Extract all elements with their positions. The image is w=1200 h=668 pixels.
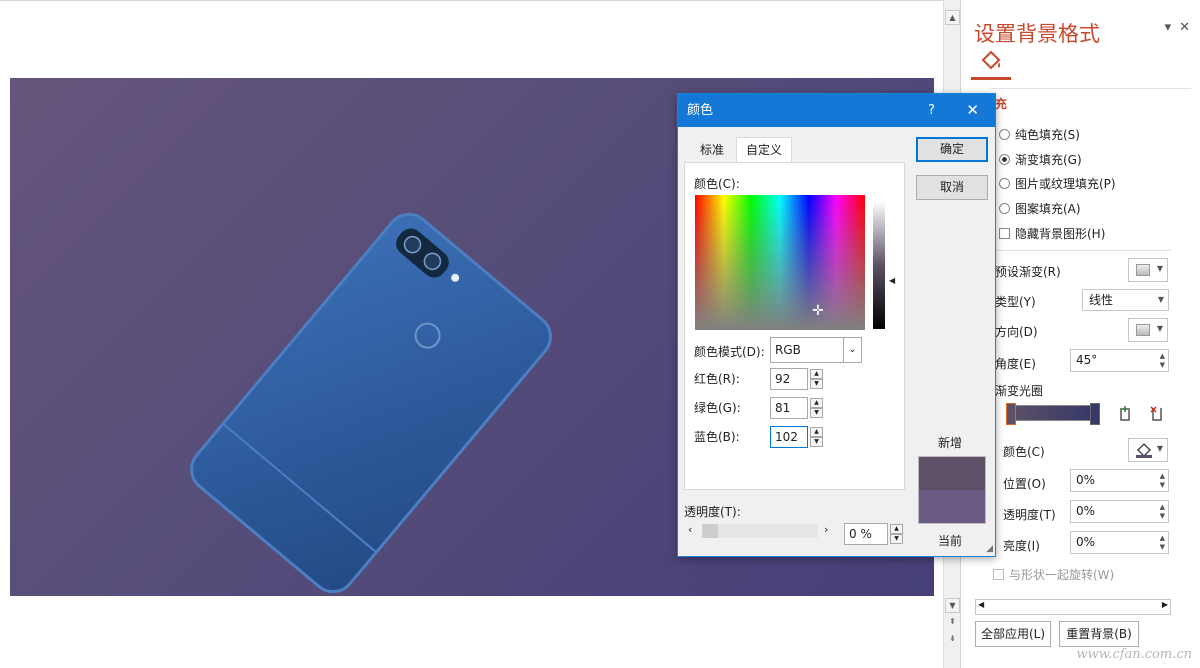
add-stop-icon[interactable] [1115,404,1135,424]
custom-tab-panel: 颜色(C): ✛ ◀ 颜色模式(D): RGB ⌄ 红色(R): 92 ▲ ▼ 绿… [684,162,905,490]
type-dropdown[interactable]: 线性 ▼ [1082,289,1169,311]
red-spinner[interactable]: ▲ ▼ [810,369,823,389]
section-fill-header[interactable]: 充 [995,95,1007,112]
reset-background-button[interactable]: 重置背景(B) [1059,621,1139,647]
green-label: 绿色(G): [694,401,741,415]
transparency-input[interactable]: 0 % [844,523,888,545]
next-slide-icon[interactable]: ⇟ [945,632,960,647]
format-background-pane: 设置背景格式 ▾ ✕ 充 纯色填充(S) 渐变填充(G) 图片或纹理填充(P) 图… [960,0,1200,668]
transparency-label: 透明度(T): [684,505,741,519]
radio-icon[interactable] [999,154,1010,165]
scroll-right-icon[interactable]: ▶ [1162,600,1168,609]
direction-label: 方向(D) [995,325,1038,339]
dialog-titlebar[interactable]: 颜色 ? ✕ [678,94,995,127]
radio-icon[interactable] [999,203,1010,214]
remove-stop-icon[interactable] [1147,404,1167,424]
rotate-with-shape-checkbox[interactable]: 与形状一起旋转(W) [993,566,1114,583]
preset-gradient-label: 预设渐变(R) [995,265,1061,279]
type-label: 类型(Y) [995,295,1036,309]
blue-input[interactable]: 102 [770,426,808,448]
stop-transparency-input[interactable]: 0% ▲ ▼ [1070,500,1169,523]
current-color-swatch [918,490,986,524]
scroll-left-icon[interactable]: ◀ [978,600,984,609]
red-label: 红色(R): [694,372,740,386]
fill-option-picture[interactable]: 图片或纹理填充(P) [999,175,1116,192]
close-icon[interactable]: ✕ [966,94,979,127]
divider [991,88,1191,89]
red-input[interactable]: 92 [770,368,808,390]
new-color-swatch [918,456,986,490]
tab-custom[interactable]: 自定义 [736,137,792,163]
scroll-up-icon[interactable]: ▲ [945,10,960,25]
blue-spinner[interactable]: ▲ ▼ [810,427,823,447]
apply-to-all-button[interactable]: 全部应用(L) [975,621,1051,647]
help-icon[interactable]: ? [928,94,935,127]
checkbox-icon[interactable] [993,569,1004,580]
radio-icon[interactable] [999,129,1010,140]
luminance-pointer-icon[interactable]: ◀ [889,276,895,285]
ok-button[interactable]: 确定 [916,137,988,162]
scroll-down-icon[interactable]: ▼ [945,598,960,613]
cancel-button[interactable]: 取消 [916,175,988,200]
dialog-title: 颜色 [687,103,714,118]
phone-image [190,212,552,594]
slider-right-icon[interactable]: › [824,523,828,536]
watermark: www.cfan.com.cn [1076,647,1192,662]
prev-slide-icon[interactable]: ⇞ [945,615,960,630]
blue-label: 蓝色(B): [694,430,740,444]
green-spinner[interactable]: ▲ ▼ [810,398,823,418]
fill-option-gradient[interactable]: 渐变填充(G) [999,151,1082,168]
fill-option-solid[interactable]: 纯色填充(S) [999,126,1080,143]
position-label: 位置(O) [1003,477,1046,491]
transparency-spinner[interactable]: ▲ ▼ [890,524,903,544]
pane-title: 设置背景格式 [974,22,1100,46]
gradient-stops-label: 渐变光圈 [995,384,1044,398]
current-color-label: 当前 [938,534,963,548]
radio-icon[interactable] [999,178,1010,189]
gradient-stop-2[interactable] [1090,403,1100,425]
transparency-slider-thumb[interactable] [702,524,718,538]
luminance-slider[interactable] [873,201,885,329]
slider-left-icon[interactable]: ‹ [688,523,692,536]
pane-close-icon[interactable]: ✕ [1179,20,1190,35]
crosshair-icon[interactable]: ✛ [812,304,824,318]
chevron-down-icon[interactable]: ⌄ [843,338,861,362]
pane-horizontal-scrollbar[interactable]: ◀ ▶ [975,599,1171,615]
paint-bucket-icon [1136,443,1152,458]
color-mode-select[interactable]: RGB ⌄ [770,337,862,363]
pane-controls: ▾ ✕ [1157,20,1190,35]
color-picker-button[interactable]: ▼ [1128,438,1168,462]
gradient-stop-1[interactable] [1006,403,1016,425]
checkbox-icon[interactable] [999,228,1010,239]
color-dialog: 颜色 ? ✕ 标准 自定义 颜色(C): ✛ ◀ 颜色模式(D): RGB ⌄ … [677,93,996,557]
color-mode-label: 颜色模式(D): [694,345,765,359]
fill-option-pattern[interactable]: 图案填充(A) [999,200,1081,217]
transparency-slider[interactable] [702,524,818,538]
green-input[interactable]: 81 [770,397,808,419]
hide-background-graphics[interactable]: 隐藏背景图形(H) [999,225,1105,242]
angle-input[interactable]: 45° ▲ ▼ [1070,349,1169,372]
resize-grip-icon[interactable]: ◢ [986,544,993,554]
fill-tab-indicator [971,77,1011,80]
fill-bucket-icon[interactable] [979,50,1003,72]
tab-standard[interactable]: 标准 [686,137,738,163]
colors-label: 颜色(C): [694,177,740,191]
color-spectrum[interactable] [695,195,865,330]
color-label: 颜色(C) [1003,445,1045,459]
angle-label: 角度(E) [995,357,1036,371]
stop-transparency-label: 透明度(T) [1003,508,1056,522]
divider [991,250,1171,251]
gradient-stops-bar[interactable] [1009,405,1095,421]
brightness-input[interactable]: 0% ▲ ▼ [1070,531,1169,554]
position-input[interactable]: 0% ▲ ▼ [1070,469,1169,492]
preset-gradient-button[interactable]: ▼ [1128,258,1168,282]
new-color-label: 新增 [938,436,963,450]
brightness-label: 亮度(I) [1003,539,1040,553]
pane-menu-icon[interactable]: ▾ [1165,20,1172,35]
chevron-down-icon: ▼ [1157,295,1164,304]
direction-button[interactable]: ▼ [1128,318,1168,342]
